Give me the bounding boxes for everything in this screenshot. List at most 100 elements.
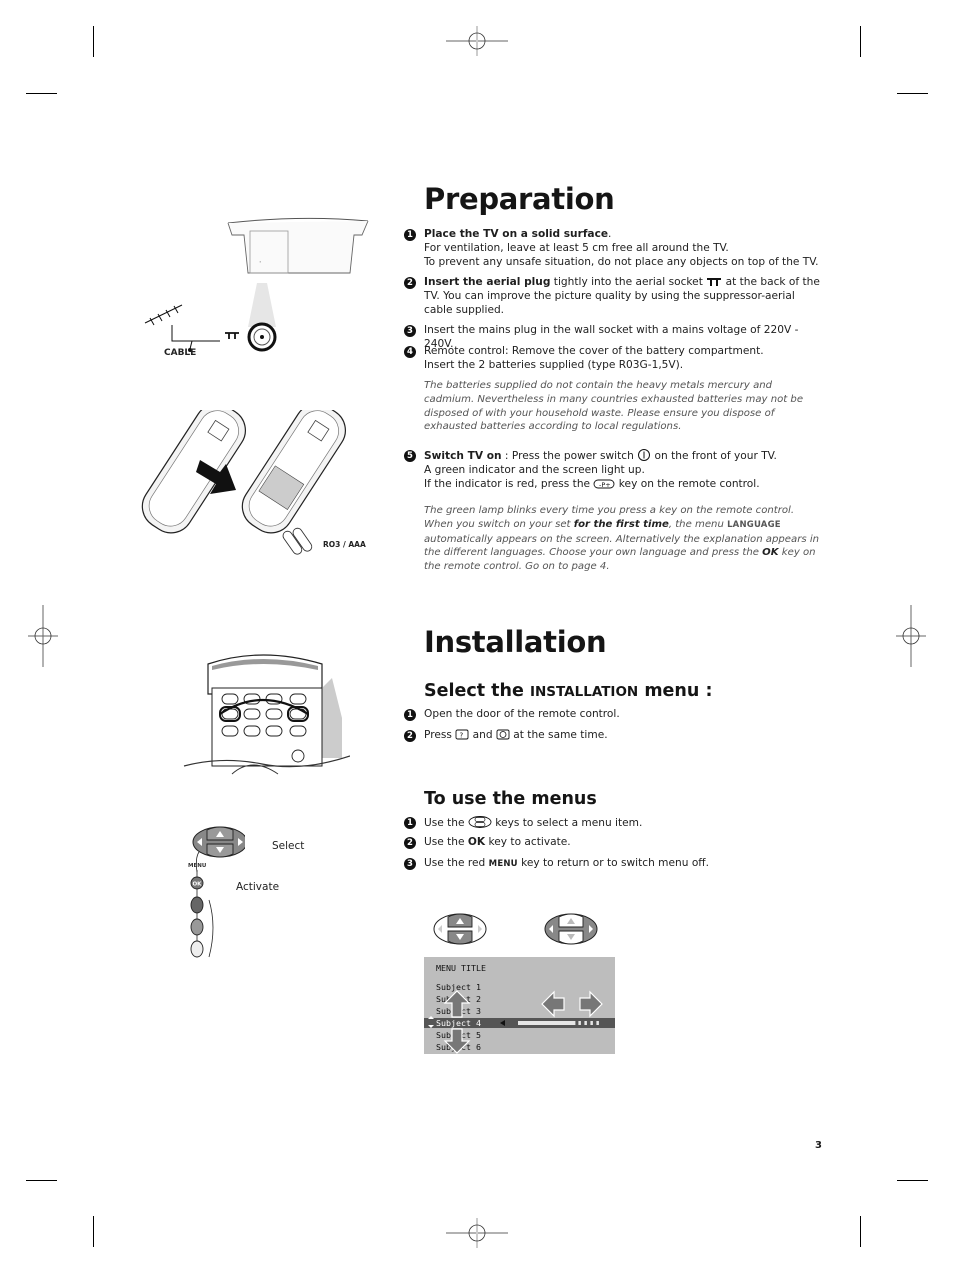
use-step-1: 1 Use the keys to select a menu item. (404, 816, 829, 831)
slider-fill (518, 1021, 576, 1025)
crop-mark (93, 26, 94, 57)
cursor-keys-icon (468, 816, 492, 828)
note-text: automatically appears on the screen. Alt… (424, 533, 820, 559)
step-text: key to activate. (485, 836, 571, 848)
page-number: 3 (815, 1140, 822, 1151)
use-step-2: 2 Use the OK key to activate. (404, 836, 829, 850)
step-heading: Insert the aerial plug (424, 276, 551, 288)
program-key-icon: -P+ (593, 479, 615, 489)
help-key-icon: ? (455, 729, 469, 740)
slider-tick (578, 1021, 581, 1025)
note-emphasis: for the first time (573, 518, 669, 530)
step-line: Insert the 2 batteries supplied (type R0… (424, 358, 684, 371)
first-time-note: The green lamp blinks every time you pre… (424, 504, 824, 574)
select-installation-heading: Select the INSTALLATION menu : (424, 681, 712, 701)
cursor-pad-leftright-icon (544, 913, 598, 945)
step-number: 1 (404, 229, 416, 241)
step-number: 3 (404, 325, 416, 337)
heading-text: Select the (424, 681, 530, 701)
prep-step-2: 2 Insert the aerial plug tightly into th… (404, 276, 829, 317)
note-line: The green lamp blinks every time you pre… (424, 505, 795, 516)
crop-mark (897, 1180, 928, 1181)
registration-mark-bottom (446, 1218, 508, 1248)
menu-graphics (428, 990, 603, 1054)
use-menus-heading: To use the menus (424, 789, 597, 809)
step-text: at the same time. (509, 729, 608, 741)
step-text: key on the remote control. (615, 477, 760, 490)
menu-key-caption: MENU (188, 863, 206, 869)
arrow-up-icon (443, 990, 471, 1018)
arrow-down-icon (443, 1028, 471, 1054)
step-text: on the front of your TV. (651, 450, 777, 462)
step-text: : Press the power switch (501, 450, 638, 462)
menu-screen-example: MENU TITLE Subject 1 Subject 2 Subject 3… (424, 957, 615, 1054)
prep-step-1: 1 Place the TV on a solid surface. For v… (404, 228, 829, 269)
power-switch-icon (638, 449, 651, 461)
battery-icon (282, 527, 313, 555)
up-down-marker-icon (428, 1016, 434, 1019)
battery-type-label: RO3 / AAA (323, 540, 366, 549)
slider-tick (584, 1021, 587, 1025)
arrow-left-icon (541, 990, 565, 1018)
select-label: Select (272, 840, 305, 852)
svg-text:?: ? (460, 732, 464, 740)
step-text: Open the door of the remote control. (424, 708, 620, 720)
registration-mark-left (28, 605, 58, 667)
slider-left-marker-icon (500, 1020, 505, 1026)
note-text: , the menu (668, 518, 728, 530)
aerial-socket-icon (707, 278, 722, 286)
step-text: Use the (424, 817, 468, 829)
ok-key-label: OK (762, 547, 779, 559)
punctuation: . (608, 228, 612, 240)
ok-key-label: OK (467, 836, 486, 848)
menu-key-label: MENU (488, 859, 518, 869)
menu-name: LANGUAGE (727, 519, 781, 530)
crop-mark (860, 26, 861, 57)
crop-mark (860, 1216, 861, 1247)
step-text: and (469, 729, 496, 741)
remote-battery-illustration (141, 410, 346, 555)
step-number: 4 (404, 346, 416, 358)
crop-mark (26, 1180, 57, 1181)
cursor-pad-updown-icon (433, 913, 487, 945)
ok-key-caption: OK (193, 882, 203, 888)
step-text: Press (424, 729, 456, 741)
clock-key-icon (496, 729, 510, 740)
tv-socket-icon: ᐝ (259, 260, 261, 269)
slider-tick (590, 1021, 593, 1025)
use-step-3: 3 Use the red MENU key to return or to s… (404, 857, 829, 872)
heading-text: menu : (638, 681, 713, 701)
step-text: tightly into the aerial socket (550, 276, 707, 288)
crop-mark (26, 93, 57, 94)
activate-label: Activate (236, 881, 280, 893)
step-line: For ventilation, leave at least 5 cm fre… (424, 241, 729, 254)
slider-tick (596, 1021, 599, 1025)
step-heading: Switch TV on (424, 450, 502, 462)
step-text: keys to select a menu item. (491, 817, 643, 829)
step-line: Remote control: Remove the cover of the … (424, 345, 764, 357)
step-number: 1 (404, 709, 416, 721)
installation-title: Installation (424, 625, 607, 659)
battery-disposal-note: The batteries supplied do not contain th… (424, 380, 804, 433)
registration-mark-right (896, 605, 926, 667)
crop-mark (897, 93, 928, 94)
crop-mark (93, 1216, 94, 1247)
install-step-1: 1 Open the door of the remote control. (404, 708, 829, 722)
step-number: 5 (404, 450, 416, 462)
preparation-title: Preparation (424, 182, 615, 216)
step-line: A green indicator and the screen light u… (424, 463, 645, 476)
step-number: 2 (404, 837, 416, 849)
prep-step-5: 5 Switch TV on : Press the power switch … (404, 449, 829, 491)
step-text: Use the (424, 836, 468, 848)
install-step-2: 2 Press ? and at the same time. (404, 729, 829, 743)
cursor-pad-icon (192, 826, 245, 858)
tv-aerial-illustration: ᐝ (144, 217, 369, 352)
cable-label: CABLE (164, 348, 197, 358)
step-heading: Place the TV on a solid surface (424, 228, 609, 240)
step-text: If the indicator is red, press the (424, 477, 594, 490)
note-text: When you switch on your set (424, 518, 574, 530)
step-text: Use the red (424, 857, 489, 869)
step-number: 2 (404, 277, 416, 289)
step-number: 1 (404, 817, 416, 829)
step-number: 2 (404, 730, 416, 742)
